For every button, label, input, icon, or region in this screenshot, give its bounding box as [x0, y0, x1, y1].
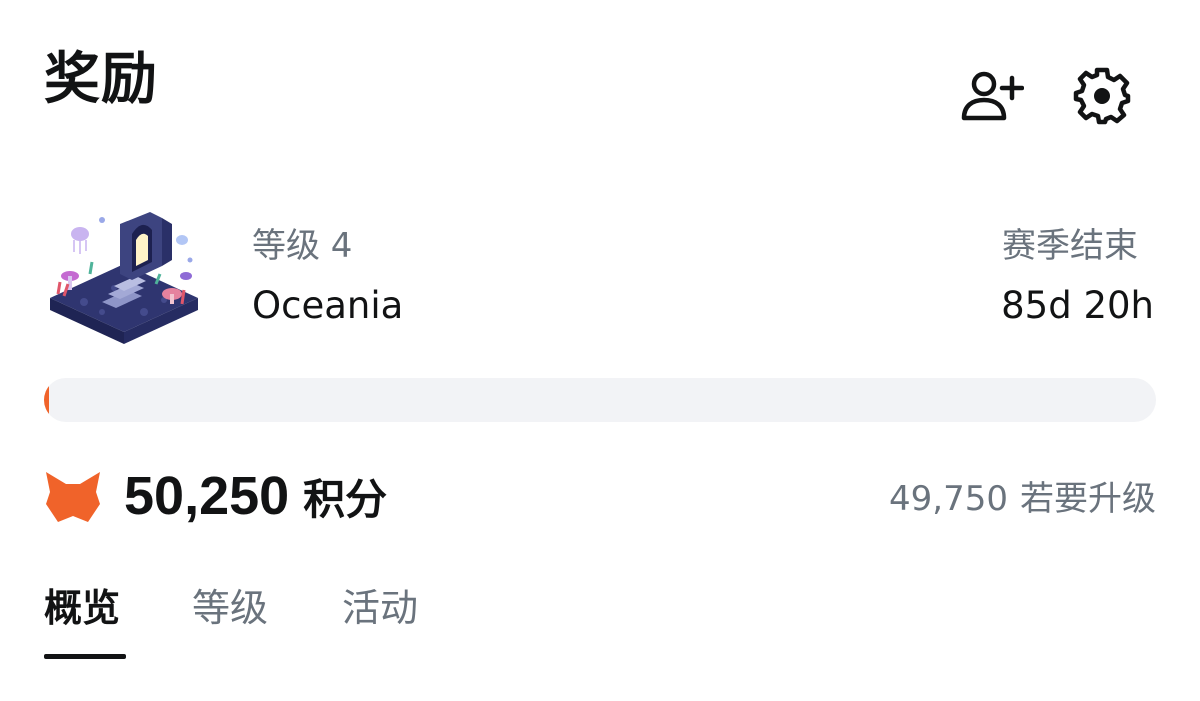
- season-countdown: 85d 20h: [1001, 284, 1154, 327]
- points-summary: 50,250 积分: [124, 462, 387, 534]
- level-progress-bar: [44, 378, 1156, 422]
- season-artwork: [44, 204, 204, 350]
- add-user-icon: [961, 71, 1024, 121]
- season-end-label: 赛季结束: [1002, 226, 1138, 266]
- add-user-button[interactable]: [958, 64, 1026, 128]
- rewards-page: 奖励 等级 4 Oceania 赛季结束 85d 20h 50,250 积分 4…: [0, 0, 1200, 701]
- level-name: Oceania: [252, 284, 404, 327]
- tab-levels[interactable]: 等级: [192, 584, 268, 632]
- points-to-next-value: 49,750: [889, 479, 1008, 519]
- tab-overview[interactable]: 概览: [44, 584, 120, 632]
- active-tab-indicator: [44, 654, 126, 659]
- level-progress-fill: [44, 378, 49, 422]
- settings-button[interactable]: [1068, 64, 1136, 128]
- tab-activity[interactable]: 活动: [342, 584, 418, 632]
- page-title: 奖励: [44, 47, 158, 112]
- points-unit: 积分: [303, 475, 388, 524]
- tab-bar: 概览 等级 活动: [44, 584, 1156, 664]
- fox-icon: [44, 470, 102, 526]
- points-to-next-label: 若要升级: [1020, 479, 1156, 519]
- season-landscape-image: [50, 212, 198, 344]
- gear-icon: [1073, 67, 1131, 125]
- points-value: 50,250: [124, 466, 290, 526]
- points-to-next-level: 49,750 若要升级: [889, 478, 1156, 520]
- level-label: 等级 4: [252, 226, 353, 266]
